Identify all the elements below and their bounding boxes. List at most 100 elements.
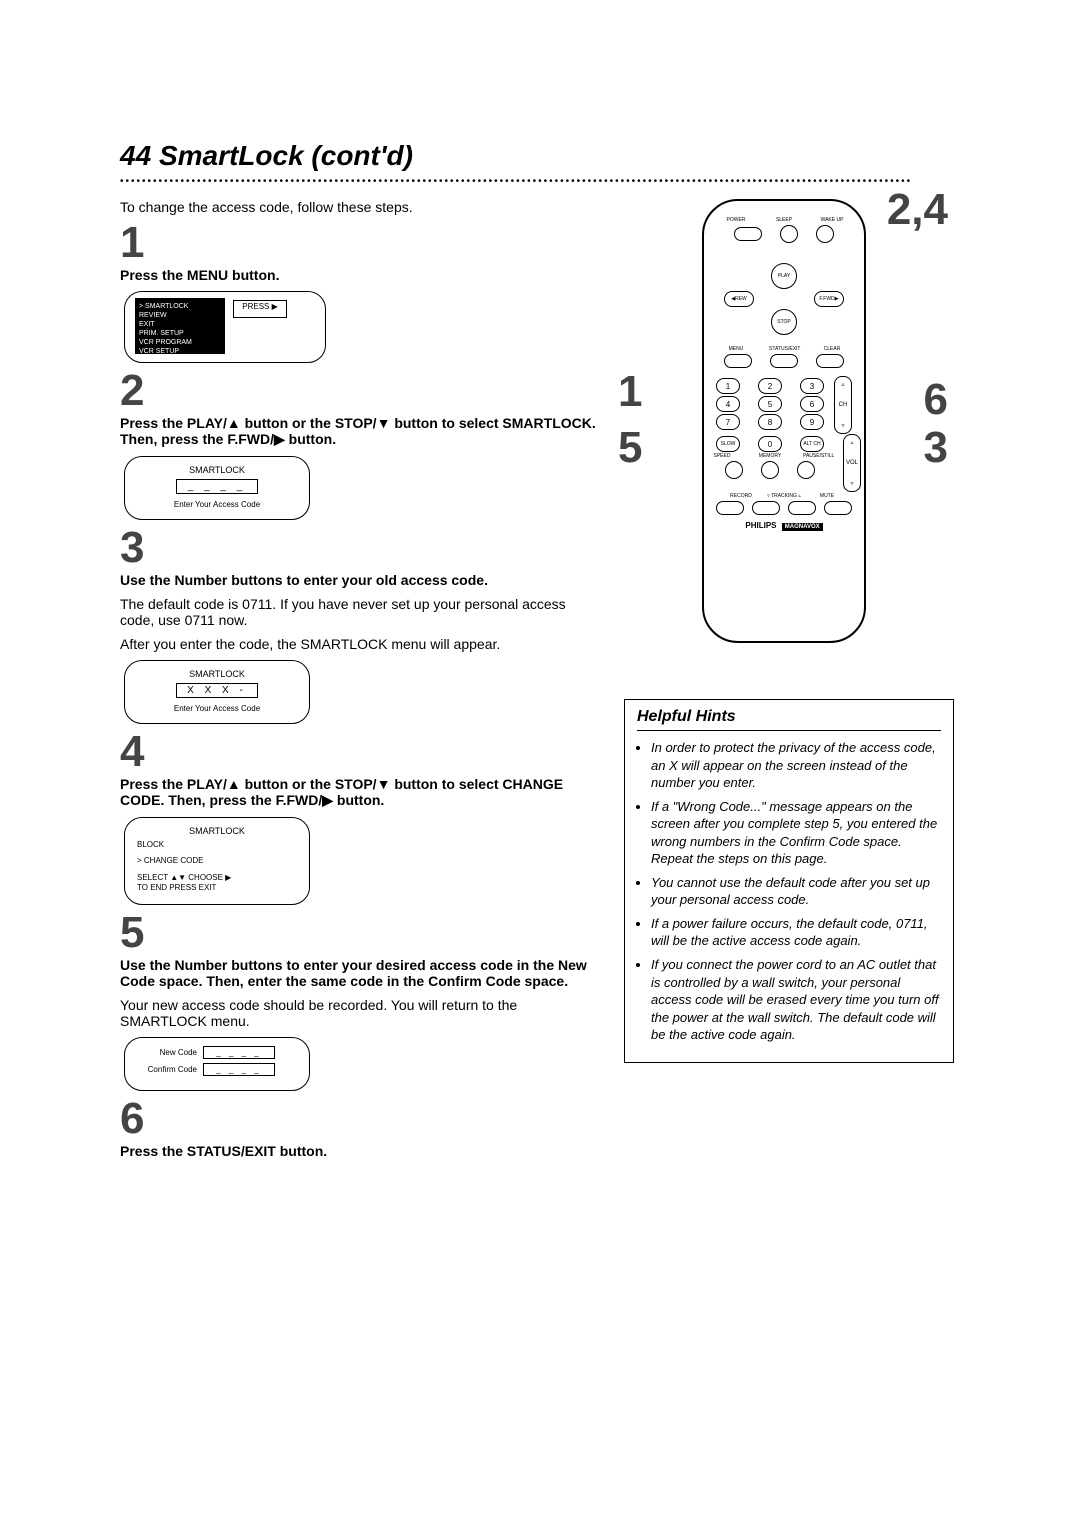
tracking-down-button[interactable] (752, 501, 780, 515)
code-box: _ _ _ _ (176, 479, 258, 494)
manual-page: 44 SmartLock (cont'd) ••••••••••••••••••… (0, 0, 1080, 1247)
tracking-label: ▿ TRACKING ▵ (756, 494, 812, 499)
sleep-button[interactable] (780, 225, 798, 243)
remote-row: MENU STATUS/EXIT CLEAR (704, 347, 864, 352)
confirm-code-label: Confirm Code (137, 1065, 197, 1074)
step-3-number: 3 (120, 526, 600, 570)
menu-label: MENU (721, 347, 751, 352)
down-icon: ▿ (850, 480, 853, 487)
step-1-head: Press the MENU button. (120, 267, 600, 283)
play-button[interactable]: PLAY (771, 263, 797, 289)
power-label: POWER (721, 218, 751, 223)
altch-button[interactable]: ALT CH (800, 436, 824, 452)
num-4-button[interactable]: 4 (716, 396, 740, 412)
code-box: _ _ _ _ (203, 1046, 275, 1059)
sleep-label: SLEEP (769, 218, 799, 223)
power-button[interactable] (734, 227, 762, 241)
menu-line: > SMARTLOCK (139, 302, 221, 311)
keypad-row: SLOW0ALT CH SPEEDMEMORYPAUSE/STILL ▵ VOL… (704, 434, 864, 492)
ch-label: CH (839, 402, 848, 408)
step-4-number: 4 (120, 730, 600, 774)
spacer (704, 337, 864, 345)
remote-row (704, 225, 864, 243)
remote-row (704, 354, 864, 368)
num-7-button[interactable]: 7 (716, 414, 740, 430)
clear-button[interactable] (816, 354, 844, 368)
remote-row: PLAY (704, 263, 864, 289)
keypad-bottom: SLOW0ALT CH SPEEDMEMORYPAUSE/STILL (707, 434, 833, 481)
hint-item: If a power failure occurs, the default c… (651, 915, 941, 950)
num-5-button[interactable]: 5 (758, 396, 782, 412)
menu-line: EXIT (139, 320, 221, 329)
step-1-number: 1 (120, 221, 600, 265)
brand-magnavox: MAGNAVOX (782, 523, 823, 531)
vol-label: VOL (846, 460, 858, 466)
hint-item: In order to protect the privacy of the a… (651, 739, 941, 792)
wake-label: WAKE UP (817, 218, 847, 223)
page-title-text: SmartLock (cont'd) (159, 140, 413, 171)
speed-label: SPEED (707, 454, 737, 459)
brand-row: PHILIPS MAGNAVOX (704, 521, 864, 531)
tracking-up-button[interactable] (788, 501, 816, 515)
tracking-text: TRACKING (771, 493, 797, 499)
step-3-screen: SMARTLOCK X X X - Enter Your Access Code (124, 660, 310, 724)
mute-button[interactable] (824, 501, 852, 515)
callout-left-5: 5 (618, 423, 642, 473)
tv-line: > CHANGE CODE (137, 856, 297, 866)
stop-button[interactable]: STOP (771, 309, 797, 335)
callout-right-3: 3 (924, 423, 948, 473)
status-exit-button[interactable] (770, 354, 798, 368)
spacer (704, 245, 864, 261)
wake-button[interactable] (816, 225, 834, 243)
confirm-code-row: Confirm Code _ _ _ _ (137, 1063, 297, 1076)
down-icon: ▿ (841, 422, 844, 429)
num-6-button[interactable]: 6 (800, 396, 824, 412)
memory-label: MEMORY (755, 454, 785, 459)
hint-item: If a "Wrong Code..." message appears on … (651, 798, 941, 868)
step-4-head: Press the PLAY/▲ button or the STOP/▼ bu… (120, 776, 600, 809)
callout-right-6: 6 (924, 375, 948, 425)
ffwd-button[interactable]: F.FWD ▶ (814, 291, 844, 307)
step-3-body1: The default code is 0711. If you have ne… (120, 596, 600, 628)
code-box: X X X - (176, 683, 258, 698)
ch-rocker[interactable]: ▵ CH ▿ (834, 376, 852, 434)
step-3-body2: After you enter the code, the SMARTLOCK … (120, 636, 600, 652)
brand-philips: PHILIPS (745, 521, 776, 530)
remote-row: ◀ REW F.FWD ▶ (704, 291, 864, 307)
tv-caption: Enter Your Access Code (137, 500, 297, 509)
keypad: 1 2 3 4 5 6 7 8 9 (716, 376, 824, 432)
num-3-button[interactable]: 3 (800, 378, 824, 394)
menu-line: VCR SETUP (139, 347, 221, 356)
step-4-screen: SMARTLOCK BLOCK > CHANGE CODE SELECT ▲▼ … (124, 817, 310, 905)
remote-row: POWER SLEEP WAKE UP (704, 218, 864, 223)
vol-rocker[interactable]: ▵ VOL ▿ (843, 434, 861, 492)
right-column: 2,4 1 5 6 3 POWER SLEEP WAKE UP (624, 199, 954, 1167)
menu-line: REVIEW (139, 311, 221, 320)
menu-button[interactable] (724, 354, 752, 368)
pause-still-button[interactable] (797, 461, 815, 479)
num-8-button[interactable]: 8 (758, 414, 782, 430)
num-0-button[interactable]: 0 (758, 436, 782, 452)
record-button[interactable] (716, 501, 744, 515)
remote-row: STOP (704, 309, 864, 335)
remote-wrap: POWER SLEEP WAKE UP PLAY ◀ REW (664, 199, 904, 659)
up-icon: ▵ (850, 439, 853, 446)
slow-button[interactable]: SLOW (716, 436, 740, 452)
hint-item: If you connect the power cord to an AC o… (651, 956, 941, 1044)
num-9-button[interactable]: 9 (800, 414, 824, 430)
rew-label: REW (735, 296, 747, 302)
clear-label: CLEAR (817, 347, 847, 352)
step-5-head: Use the Number buttons to enter your des… (120, 957, 600, 989)
num-1-button[interactable]: 1 (716, 378, 740, 394)
step-3-head: Use the Number buttons to enter your old… (120, 572, 600, 588)
memory-button[interactable] (761, 461, 779, 479)
rew-button[interactable]: ◀ REW (724, 291, 754, 307)
tv-title: SMARTLOCK (137, 826, 297, 836)
speed-button[interactable] (725, 461, 743, 479)
tv-caption: Enter Your Access Code (137, 704, 297, 713)
num-2-button[interactable]: 2 (758, 378, 782, 394)
remote-row (704, 501, 864, 515)
ffwd-label: F.FWD (819, 296, 834, 302)
remote-control: POWER SLEEP WAKE UP PLAY ◀ REW (702, 199, 866, 643)
page-title: 44 SmartLock (cont'd) (120, 140, 960, 172)
